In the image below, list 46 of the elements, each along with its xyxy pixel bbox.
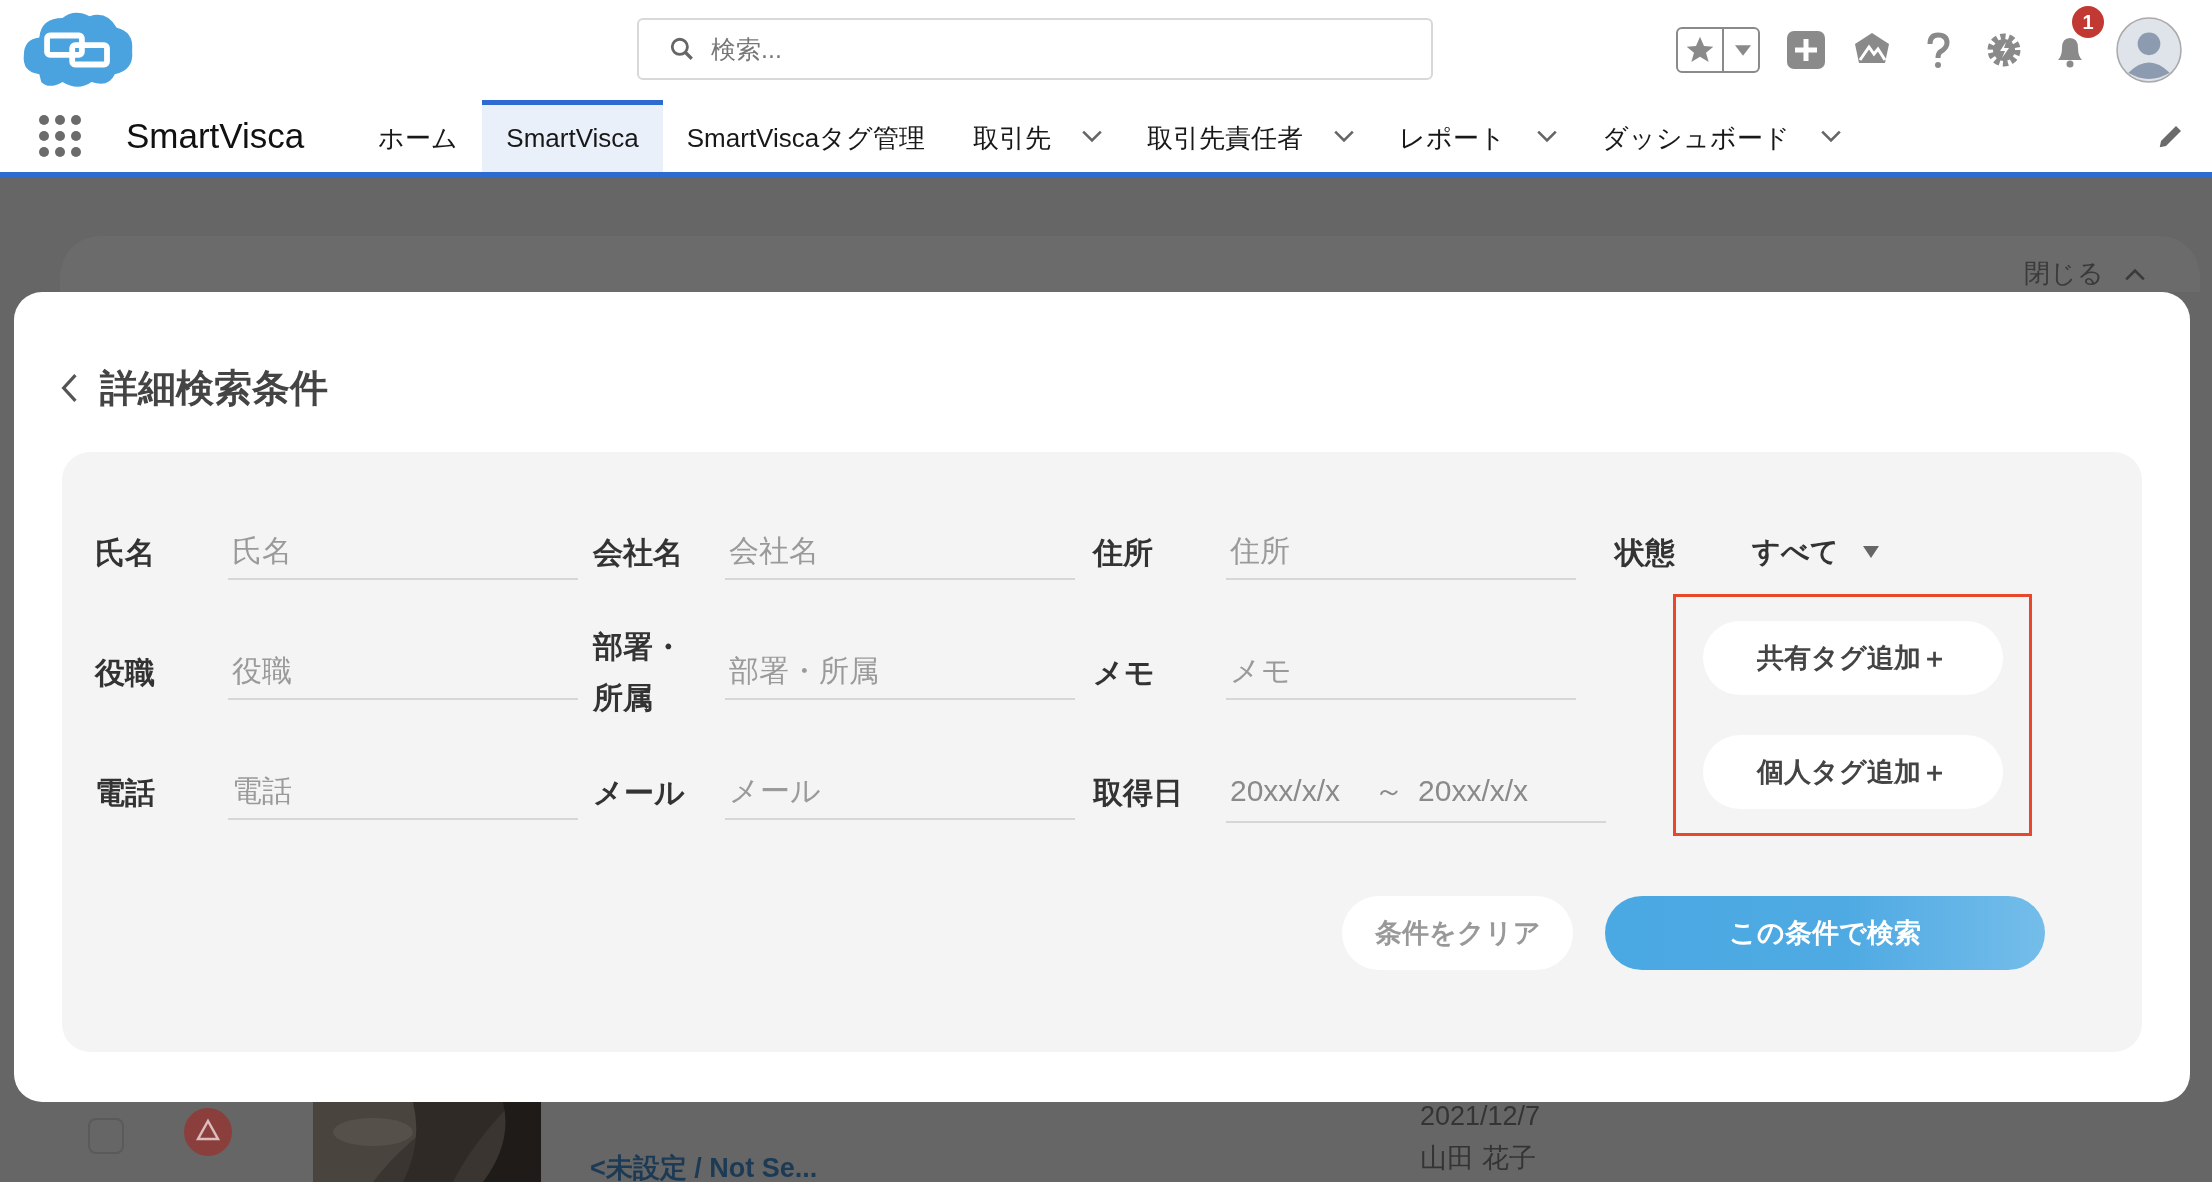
search-field[interactable]: 検索... bbox=[637, 18, 1433, 80]
input-field[interactable]: 部署・所属 bbox=[725, 644, 1075, 700]
caret-icon bbox=[1735, 44, 1751, 56]
input-field[interactable]: 会社名 bbox=[725, 524, 1075, 580]
chevron-down-icon[interactable] bbox=[1333, 129, 1356, 143]
input-field[interactable]: メモ bbox=[1226, 644, 1576, 700]
input-field[interactable]: 電話 bbox=[228, 764, 578, 820]
back-icon[interactable] bbox=[60, 373, 78, 403]
search-icon bbox=[669, 36, 695, 62]
nav-tab[interactable]: 取引先 bbox=[949, 100, 1076, 172]
chevron-down-icon[interactable] bbox=[1820, 129, 1843, 143]
favorites-button[interactable] bbox=[1676, 27, 1760, 73]
chevron-down-icon[interactable] bbox=[1536, 129, 1559, 143]
input-field[interactable]: 氏名 bbox=[228, 524, 578, 580]
field-label: 取得日 bbox=[1093, 774, 1184, 811]
field-label: 役職 bbox=[95, 654, 156, 691]
nav-tab[interactable]: ダッシュボード bbox=[1578, 100, 1815, 172]
nav-tab[interactable]: レポート bbox=[1375, 100, 1531, 172]
input-field[interactable]: メール bbox=[725, 764, 1075, 820]
add-tag-button[interactable]: 共有タグ追加＋ bbox=[1702, 621, 2003, 695]
nav-tab[interactable]: SmartViscaタグ管理 bbox=[662, 100, 950, 172]
warning-icon[interactable] bbox=[184, 1108, 232, 1156]
nav-tab[interactable]: 取引先責任者 bbox=[1123, 100, 1328, 172]
field-label: 会社名 bbox=[593, 534, 684, 571]
input-field[interactable]: 住所 bbox=[1226, 524, 1576, 580]
chevron-down-icon[interactable] bbox=[1081, 129, 1104, 143]
chevron-up-icon[interactable] bbox=[2124, 268, 2146, 282]
status-dropdown[interactable]: すべて bbox=[1752, 533, 1879, 571]
field-label: 状態 bbox=[1615, 534, 1676, 571]
nav-tab[interactable]: ホーム bbox=[354, 100, 483, 172]
notification-badge: 1 bbox=[2072, 6, 2104, 38]
field-label: メモ bbox=[1093, 654, 1156, 691]
field-label: 部署・所属 bbox=[593, 629, 684, 716]
field-label: メール bbox=[593, 774, 686, 811]
field-label: 氏名 bbox=[95, 534, 156, 571]
field-label: 電話 bbox=[95, 774, 156, 811]
add-icon[interactable] bbox=[1786, 30, 1826, 70]
avatar[interactable] bbox=[2116, 17, 2182, 83]
nav-tab[interactable]: SmartVisca bbox=[482, 100, 663, 172]
app-name: SmartVisca bbox=[126, 116, 305, 156]
caret-icon bbox=[1863, 546, 1879, 558]
add-tag-button[interactable]: 個人タグ追加＋ bbox=[1702, 735, 2003, 809]
modal-title: 詳細検索条件 bbox=[100, 365, 328, 411]
input-field[interactable]: 役職 bbox=[228, 644, 578, 700]
app-launcher-icon[interactable] bbox=[38, 114, 82, 158]
field-label: 住所 bbox=[1093, 534, 1154, 571]
